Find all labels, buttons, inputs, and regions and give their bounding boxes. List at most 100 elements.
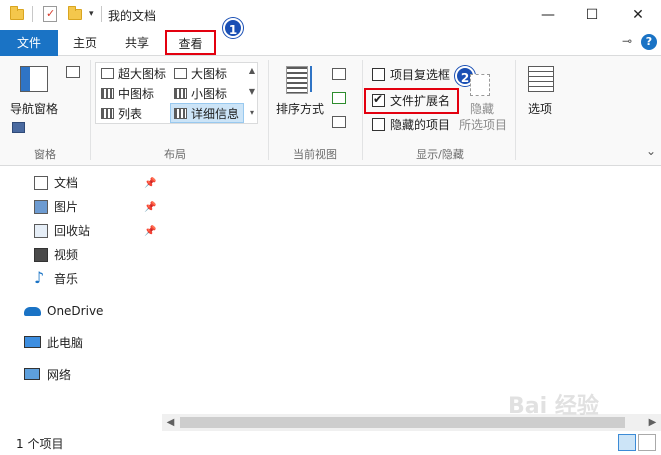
group-by-icon[interactable]: [332, 68, 346, 80]
nav-item-recycle-bin[interactable]: 回收站: [34, 220, 90, 242]
quick-access-dropdown[interactable]: ▾: [89, 9, 94, 19]
music-icon: ♪: [34, 268, 45, 287]
nav-item-label: 回收站: [54, 224, 91, 238]
status-bar: 1 个项目: [0, 431, 661, 455]
options-icon[interactable]: [528, 66, 554, 92]
file-list-area[interactable]: [162, 167, 661, 414]
pin-icon[interactable]: 📌: [144, 202, 156, 213]
close-button[interactable]: ✕: [615, 0, 661, 30]
sort-by-icon[interactable]: [286, 66, 308, 94]
properties-icon[interactable]: ✓: [43, 6, 57, 22]
group-divider: [90, 60, 91, 160]
layout-item-label: 列表: [118, 107, 143, 121]
help-icon[interactable]: ?: [641, 34, 657, 50]
network-icon: [24, 368, 40, 380]
size-columns-icon[interactable]: [332, 116, 346, 128]
small-icons-icon: [174, 88, 187, 99]
nav-item-label: OneDrive: [47, 304, 104, 318]
group-label-current-view: 当前视图: [293, 148, 337, 161]
nav-item-documents[interactable]: 文档: [34, 172, 78, 194]
nav-item-label: 文档: [54, 176, 79, 190]
group-divider: [362, 60, 363, 160]
minimize-button[interactable]: —: [525, 0, 571, 30]
layout-small-icons[interactable]: 小图标: [171, 84, 227, 104]
layout-details[interactable]: 详细信息: [170, 103, 244, 123]
pin-icon[interactable]: 📌: [144, 226, 156, 237]
nav-item-pictures[interactable]: 图片: [34, 196, 78, 218]
large-icons-icon: [174, 68, 187, 79]
details-view-button[interactable]: [618, 434, 636, 451]
details-pane-icon[interactable]: [12, 122, 25, 133]
layout-large-icons[interactable]: 大图标: [171, 64, 227, 84]
tab-file[interactable]: 文件: [0, 30, 58, 56]
details-icon: [174, 108, 187, 119]
navigation-pane-button[interactable]: 导航窗格: [10, 100, 58, 117]
folder-icon: [10, 6, 24, 20]
hidden-items-checkbox[interactable]: [372, 118, 385, 131]
layout-gallery: 超大图标 大图标 中图标 小图标 列表 详细信息: [95, 62, 258, 124]
item-checkboxes-checkbox[interactable]: [372, 68, 385, 81]
documents-icon: [34, 176, 48, 190]
nav-item-label: 视频: [54, 248, 79, 262]
layout-expand[interactable]: ▾: [246, 108, 258, 117]
hide-selected-label-line2: 所选项目: [459, 118, 508, 132]
window-title: 我的文档: [108, 9, 157, 23]
options-button[interactable]: 选项: [528, 100, 552, 117]
nav-item-videos[interactable]: 视频: [34, 244, 78, 266]
nav-item-label: 音乐: [54, 272, 79, 286]
navigation-pane-icon[interactable]: [20, 66, 48, 92]
sort-arrow-icon: [310, 66, 312, 92]
nav-item-music[interactable]: ♪ 音乐: [34, 268, 78, 290]
layout-item-label: 小图标: [191, 87, 228, 101]
cloud-icon: [24, 307, 41, 316]
nav-item-onedrive[interactable]: OneDrive: [24, 300, 103, 322]
hide-selected-label-line1: 隐藏: [470, 102, 495, 116]
collapse-ribbon-icon[interactable]: ⌄: [646, 144, 656, 158]
scroll-left-button[interactable]: ◀: [162, 415, 179, 430]
nav-item-network[interactable]: 网络: [24, 364, 71, 386]
pin-ribbon-icon[interactable]: ⊸: [622, 34, 632, 48]
nav-item-label: 此电脑: [47, 336, 84, 350]
pin-icon[interactable]: 📌: [144, 178, 156, 189]
list-icon: [101, 108, 114, 119]
title-bar: ✓ ▾ 我的文档 — ☐ ✕: [0, 0, 661, 30]
item-count: 1 个项目: [16, 437, 64, 451]
navigation-pane: 文档 📌 图片 📌 回收站 📌 视频 ♪ 音乐 OneDrive 此电脑 网络: [0, 167, 162, 426]
file-extensions-label: 文件扩展名: [390, 94, 451, 108]
pictures-icon: [34, 200, 48, 214]
layout-scroll-down[interactable]: ▼: [246, 87, 258, 96]
recycle-bin-icon: [34, 224, 48, 238]
nav-item-label: 图片: [54, 200, 79, 214]
tab-view[interactable]: 查看: [165, 30, 216, 55]
group-divider: [515, 60, 516, 160]
step-marker-1: 1: [223, 18, 243, 38]
layout-medium-icons[interactable]: 中图标: [98, 84, 154, 104]
group-label-layout: 布局: [164, 148, 186, 161]
computer-icon: [24, 336, 41, 348]
layout-item-label: 超大图标: [118, 67, 167, 81]
large-icons-view-button[interactable]: [638, 434, 656, 451]
layout-extra-large-icons[interactable]: 超大图标: [98, 64, 166, 84]
layout-list[interactable]: 列表: [98, 104, 142, 124]
divider: [32, 6, 33, 22]
tab-share[interactable]: 共享: [120, 30, 154, 56]
group-divider: [268, 60, 269, 160]
new-folder-icon[interactable]: [68, 6, 82, 20]
medium-icons-icon: [101, 88, 114, 99]
extra-large-icons-icon: [101, 68, 114, 79]
preview-pane-icon[interactable]: [66, 66, 80, 78]
add-columns-icon[interactable]: [332, 92, 346, 104]
watermark-logo: Bai 经验: [508, 394, 599, 419]
scroll-right-button[interactable]: ▶: [644, 415, 661, 430]
nav-item-label: 网络: [47, 368, 72, 382]
ribbon: 导航窗格 窗格 超大图标 大图标 中图标 小图标 列表 详细信息 ▲ ▼ ▾ 布…: [0, 56, 661, 166]
item-checkboxes-label: 项目复选框: [390, 68, 451, 82]
maximize-button[interactable]: ☐: [569, 0, 615, 30]
layout-scroll-up[interactable]: ▲: [246, 66, 258, 75]
group-label-show-hide: 显示/隐藏: [416, 148, 464, 161]
sort-by-button[interactable]: 排序方式: [276, 100, 324, 117]
tab-home[interactable]: 主页: [68, 30, 102, 56]
videos-icon: [34, 248, 48, 262]
file-extensions-checkbox[interactable]: [372, 92, 385, 107]
nav-item-this-pc[interactable]: 此电脑: [24, 332, 83, 354]
